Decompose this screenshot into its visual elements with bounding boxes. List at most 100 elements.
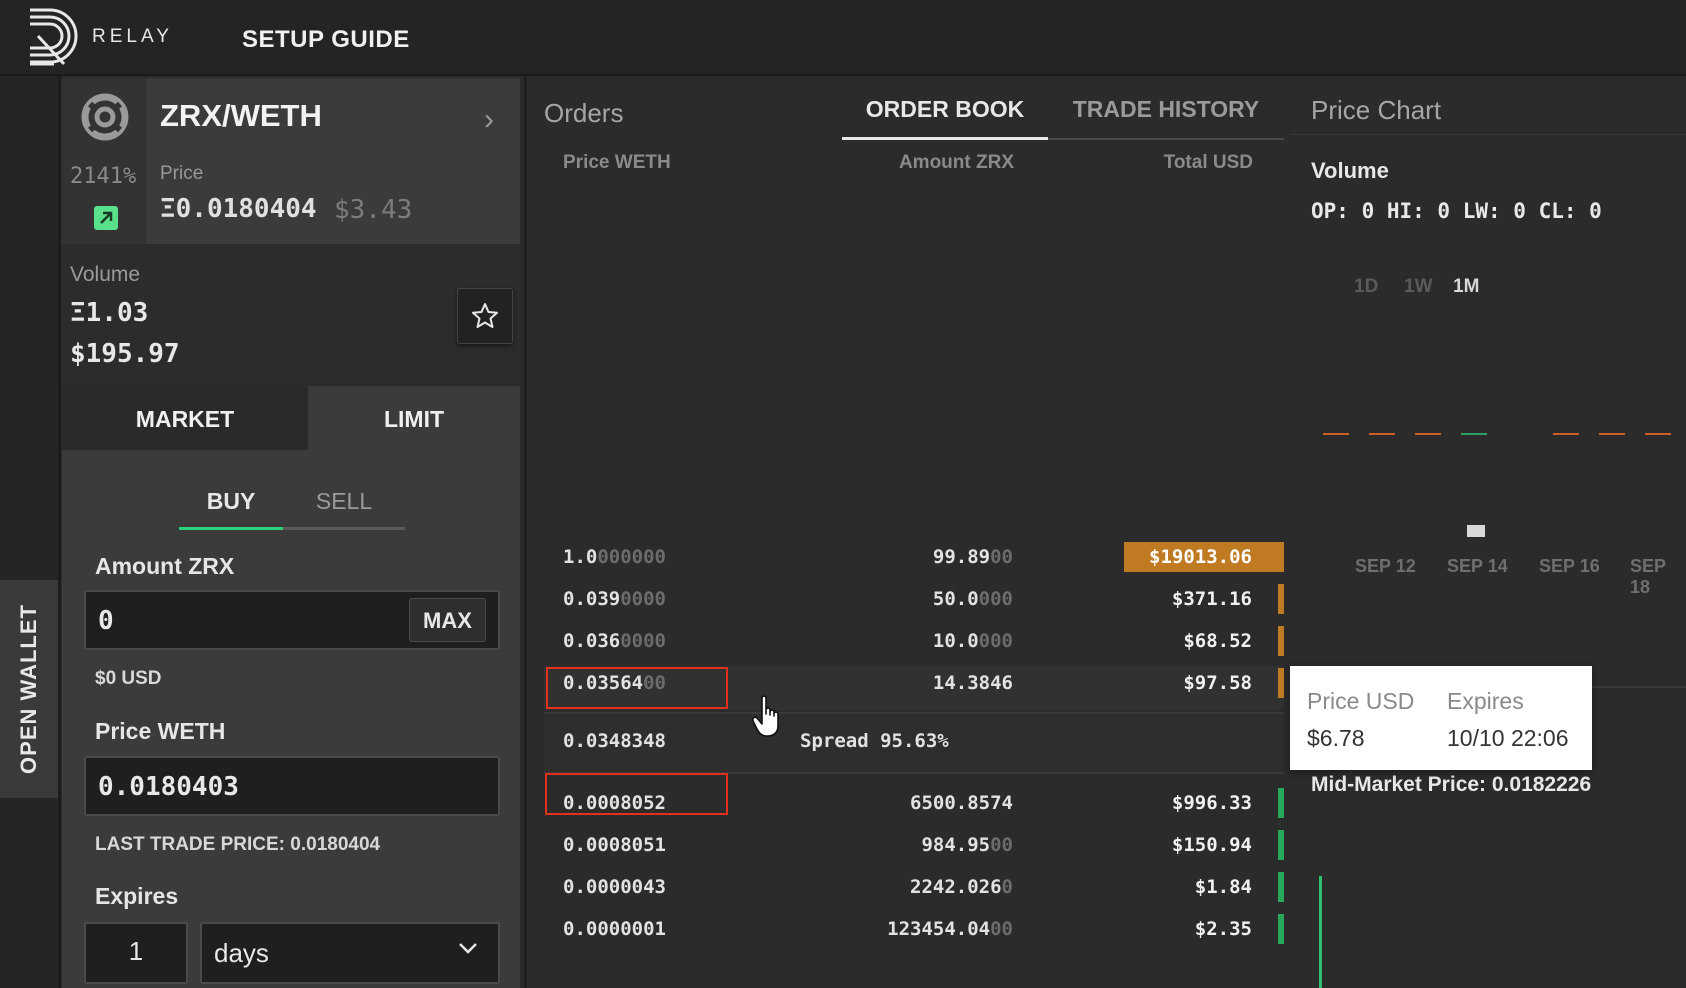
chart-header-divider [1291,134,1686,135]
price-input-value: 0.0180403 [98,772,239,802]
left-rail [0,76,61,988]
column-header-amount: Amount ZRX [898,152,1014,173]
tab-order-book[interactable]: ORDER BOOK [842,96,1048,140]
open-wallet-button[interactable]: OPEN WALLET [0,580,58,798]
order-total: $19013.06 [1149,546,1252,568]
order-price: 1.0000000 [563,546,666,568]
tab-limit[interactable]: LIMIT [308,386,520,450]
chart-dash [1599,433,1625,435]
tab-trade-history-label: TRADE HISTORY [1072,96,1260,122]
range-1m-button[interactable]: 1M [1453,276,1479,298]
tab-buy-label: BUY [206,488,256,514]
chart-dash [1461,433,1487,435]
market-pair-title: ZRX/WETH [160,98,322,133]
favorite-button[interactable] [457,288,513,344]
highlight-box-ask [546,667,728,709]
spread-percent: Spread 95.63% [800,730,949,752]
relay-logo[interactable] [24,6,86,68]
mid-market-price: Mid-Market Price: 0.0182226 [1311,773,1592,796]
sell-order-row[interactable]: 1.0000000 99.8900 $19013.06 [544,534,1284,578]
date-tick: SEP 18 [1630,556,1666,597]
chart-dash [1645,433,1671,435]
tab-sell[interactable]: SELL [283,484,405,530]
sell-order-row[interactable]: 0.0360000 10.0000 $68.52 [544,618,1284,662]
price-chart-title: Price Chart [1311,95,1442,125]
chevron-right-icon[interactable]: › [484,103,494,137]
tooltip-expires-label: Expires [1447,688,1524,714]
order-total: $68.52 [1183,630,1252,652]
date-tick: SEP 12 [1355,556,1416,576]
order-price: 0.0000043 [563,876,666,898]
order-total: $1.84 [1194,876,1252,898]
volume-weth-value: Ξ1.03 [70,298,149,328]
order-total: $2.35 [1194,918,1252,940]
spread-price: 0.0348348 [563,730,666,752]
buy-depth-bar [1277,914,1284,944]
chevron-down-icon[interactable] [456,936,480,960]
buy-depth-bar [1277,788,1284,818]
tab-market[interactable]: MARKET [62,386,308,450]
order-amount: 123454.0400 [887,918,1013,940]
tooltip-price-value: $6.78 [1307,725,1365,751]
buy-depth-bar [1277,830,1284,860]
chart-dash [1323,433,1349,435]
tab-sell-label: SELL [315,488,373,514]
tab-buy[interactable]: BUY [179,484,283,530]
highlight-box-bid [545,773,728,815]
range-1d-button[interactable]: 1D [1354,276,1378,298]
sell-depth-bar [1277,626,1284,656]
order-amount: 6500.8574 [910,792,1013,814]
tooltip-price-label: Price USD [1307,688,1415,714]
column-header-price: Price WETH [563,152,671,173]
open-wallet-label: OPEN WALLET [16,604,41,774]
star-icon [472,303,498,328]
range-1w-button[interactable]: 1W [1404,276,1433,298]
expires-label: Expires [95,883,179,909]
tab-order-book-label: ORDER BOOK [865,96,1025,122]
order-amount: 50.0000 [932,588,1013,610]
price-usd-value: $3.43 [334,195,413,225]
order-amount: 10.0000 [932,630,1013,652]
setup-guide-link[interactable]: SETUP GUIDE [242,26,410,54]
price-weth-label: Price WETH [95,718,226,744]
chart-dash [1369,433,1395,435]
buy-depth-bar [1277,872,1284,902]
date-tick: SEP 16 [1539,556,1600,576]
orders-title: Orders [544,98,624,128]
max-button-label: MAX [423,608,472,633]
order-price: 0.0390000 [563,588,666,610]
sell-depth-bar [1277,668,1284,698]
amount-input-value: 0 [98,606,114,636]
ohlc-readout: OP: 0 HI: 0 LW: 0 CL: 0 [1311,199,1602,223]
order-amount: 99.8900 [932,546,1013,568]
order-total: $996.33 [1171,792,1252,814]
chart-volume-label: Volume [1311,158,1389,183]
max-button[interactable]: MAX [409,598,486,642]
hand-cursor-icon [752,695,779,737]
active-side-indicator [179,527,283,530]
date-tick: SEP 14 [1447,556,1508,576]
order-tooltip [1290,666,1592,770]
column-header-total: Total USD [1163,152,1253,173]
buy-order-row[interactable]: 0.0000001 123454.0400 $2.35 [544,906,1284,950]
volume-label: Volume [70,263,141,286]
order-amount: 2242.0260 [910,876,1013,898]
volume-usd-value: $195.97 [70,339,180,369]
order-price: 0.0000001 [563,918,666,940]
expires-unit-value: days [214,938,269,968]
buy-order-row[interactable]: 0.0008051 984.9500 $150.94 [544,822,1284,866]
sell-order-row[interactable]: 0.0390000 50.0000 $371.16 [544,576,1284,620]
buy-order-row[interactable]: 0.0000043 2242.0260 $1.84 [544,864,1284,908]
depth-chart-line [1319,876,1322,988]
price-weth-value: Ξ0.0180404 [160,194,317,224]
active-tab-indicator [842,137,1048,140]
order-amount: 984.9500 [921,834,1013,856]
amount-label: Amount ZRX [95,553,235,579]
order-total: $97.58 [1183,672,1252,694]
trend-up-icon [94,206,118,230]
amount-usd-value: $0 USD [95,668,162,689]
tab-trade-history[interactable]: TRADE HISTORY [1048,96,1284,140]
volume-bar [1467,525,1485,537]
order-total: $150.94 [1171,834,1252,856]
order-price: 0.0360000 [563,630,666,652]
